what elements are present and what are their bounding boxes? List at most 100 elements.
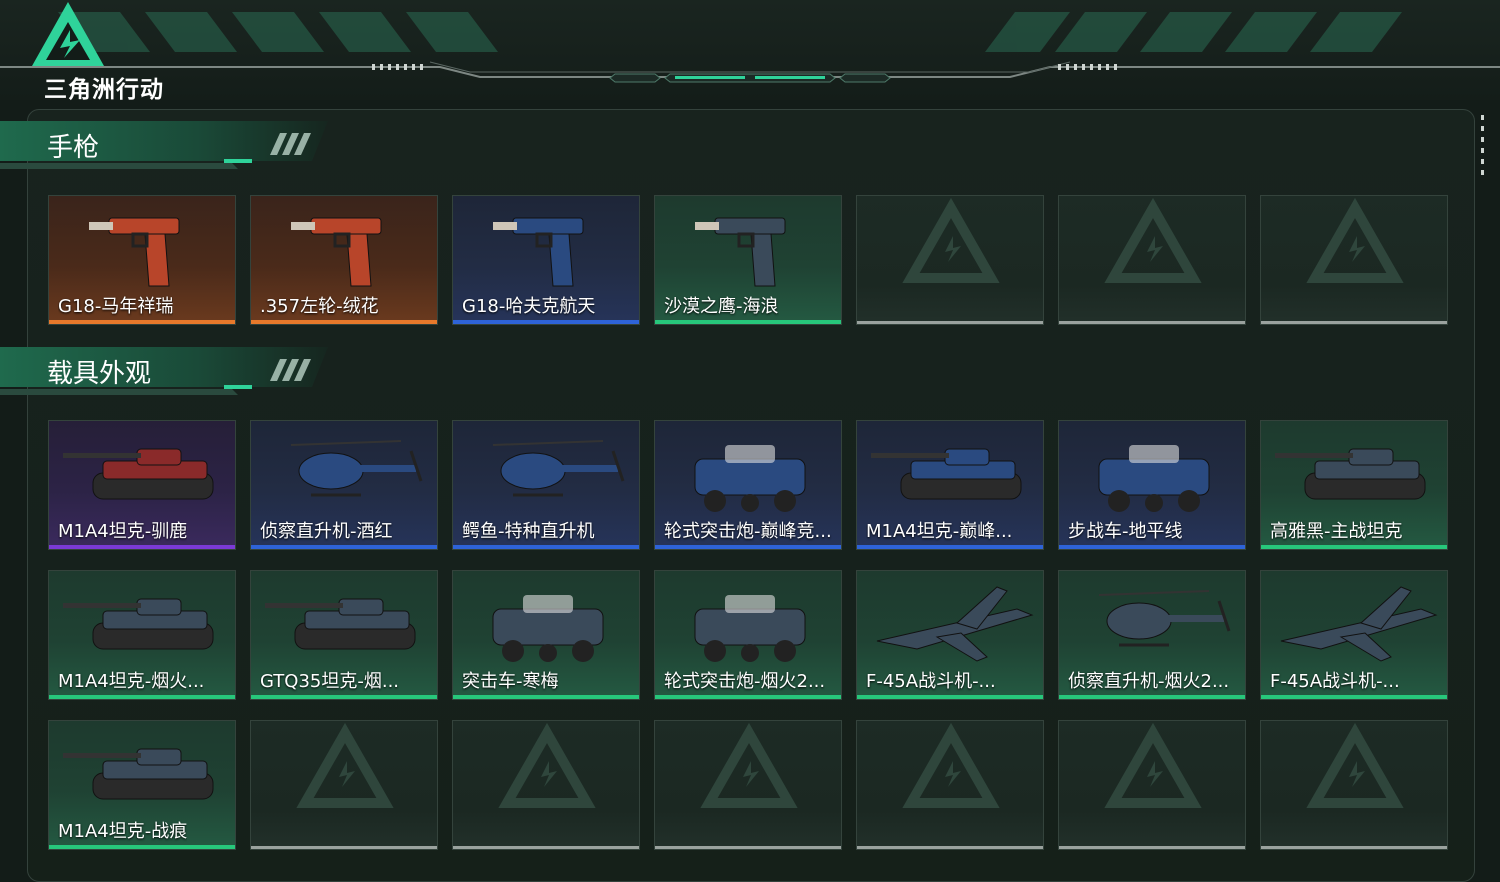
rarity-bar <box>1059 545 1245 549</box>
section-title-vehicles: 载具外观 <box>47 359 152 389</box>
item-card-label: F-45A战斗机-... <box>1270 671 1400 692</box>
item-card[interactable]: 轮式突击炮-巅峰竞... <box>654 420 842 550</box>
section-title-pistols: 手枪 <box>47 133 100 163</box>
rarity-bar <box>49 545 235 549</box>
scrollbar-indicator[interactable] <box>1481 115 1485 177</box>
tank-icon <box>871 448 1022 500</box>
rarity-bar <box>49 695 235 699</box>
item-card[interactable]: G18-马年祥瑞 <box>48 195 236 325</box>
empty-item-slot <box>1058 195 1246 325</box>
item-card-label: 步战车-地平线 <box>1068 521 1183 542</box>
item-card[interactable]: M1A4坦克-战痕 <box>48 720 236 850</box>
item-card[interactable]: 高雅黑-主战坦克 <box>1260 420 1448 550</box>
helicopter-icon <box>492 440 625 497</box>
item-card[interactable]: M1A4坦克-巅峰... <box>856 420 1044 550</box>
item-card[interactable]: 步战车-地平线 <box>1058 420 1246 550</box>
item-card-label: F-45A战斗机-... <box>866 671 996 692</box>
item-card[interactable]: 鳄鱼-特种直升机 <box>452 420 640 550</box>
item-card-label: 高雅黑-主战坦克 <box>1270 521 1403 542</box>
item-card[interactable]: 沙漠之鹰-海浪 <box>654 195 842 325</box>
empty-slot-icon <box>1306 722 1404 808</box>
empty-slot-icon <box>700 722 798 808</box>
game-logo-text: 三角洲行动 <box>44 77 164 103</box>
pistol-icon <box>89 217 180 287</box>
empty-slot-icon <box>296 722 394 808</box>
rarity-bar <box>251 320 437 324</box>
empty-item-slot <box>250 720 438 850</box>
empty-item-slot <box>1260 720 1448 850</box>
top-bar: 三角洲行动 <box>0 0 1500 103</box>
item-card[interactable]: M1A4坦克-驯鹿 <box>48 420 236 550</box>
armored-car-icon <box>492 595 604 662</box>
rarity-bar <box>857 846 1043 849</box>
item-card-label: 侦察直升机-烟火2... <box>1068 671 1230 692</box>
item-card[interactable]: M1A4坦克-烟火... <box>48 570 236 700</box>
tank-icon <box>63 448 214 500</box>
item-card-label: M1A4坦克-战痕 <box>58 821 188 842</box>
revolver-icon <box>291 217 382 287</box>
item-card-label: M1A4坦克-驯鹿 <box>58 521 188 542</box>
rarity-bar <box>1059 846 1245 849</box>
item-card[interactable]: 侦察直升机-酒红 <box>250 420 438 550</box>
rarity-bar <box>453 320 639 324</box>
rarity-bar <box>655 695 841 699</box>
section-header-vehicles: 载具外观 <box>0 345 340 401</box>
rarity-bar <box>251 695 437 699</box>
tank-icon <box>63 748 214 800</box>
jet-icon <box>876 586 1034 662</box>
rarity-bar <box>453 695 639 699</box>
empty-slot-icon <box>1306 197 1404 283</box>
empty-slot-icon <box>902 722 1000 808</box>
rarity-bar <box>49 845 235 849</box>
empty-slot-icon <box>498 722 596 808</box>
item-card-label: GTQ35坦克-烟... <box>260 671 400 692</box>
item-card-label: 沙漠之鹰-海浪 <box>664 296 779 317</box>
armored-car-icon <box>694 445 806 512</box>
rarity-bar <box>49 320 235 324</box>
item-card[interactable]: F-45A战斗机-... <box>1260 570 1448 700</box>
ifv-icon <box>1098 445 1210 512</box>
empty-slot-icon <box>902 197 1000 283</box>
rarity-bar <box>857 695 1043 699</box>
item-card-label: .357左轮-绒花 <box>260 296 379 317</box>
rarity-bar <box>655 846 841 849</box>
pistol-icon <box>493 217 584 287</box>
item-card-label: G18-哈夫克航天 <box>462 296 596 317</box>
item-card[interactable]: 突击车-寒梅 <box>452 570 640 700</box>
jet-icon <box>1280 586 1438 662</box>
tank-icon <box>63 598 214 650</box>
tank-icon <box>1275 448 1426 500</box>
item-card-label: 鳄鱼-特种直升机 <box>462 521 595 542</box>
helicopter-icon <box>290 440 423 497</box>
rarity-bar <box>1059 321 1245 324</box>
empty-item-slot <box>452 720 640 850</box>
item-card-label: M1A4坦克-烟火... <box>58 671 205 692</box>
empty-item-slot <box>856 195 1044 325</box>
item-card[interactable]: 轮式突击炮-烟火2... <box>654 570 842 700</box>
pistol-icon <box>695 217 786 287</box>
item-card[interactable]: 侦察直升机-烟火2... <box>1058 570 1246 700</box>
empty-item-slot <box>654 720 842 850</box>
rarity-bar <box>857 321 1043 324</box>
rarity-bar <box>857 545 1043 549</box>
rarity-bar <box>655 320 841 324</box>
item-card-label: 轮式突击炮-烟火2... <box>664 671 826 692</box>
item-card[interactable]: GTQ35坦克-烟... <box>250 570 438 700</box>
armored-car-icon <box>694 595 806 662</box>
rarity-bar <box>453 545 639 549</box>
rarity-bar <box>655 545 841 549</box>
rarity-bar <box>1261 321 1447 324</box>
rarity-bar <box>251 545 437 549</box>
tank-icon <box>265 598 416 650</box>
item-card-label: G18-马年祥瑞 <box>58 296 174 317</box>
item-card[interactable]: .357左轮-绒花 <box>250 195 438 325</box>
item-card-label: 突击车-寒梅 <box>462 671 559 692</box>
rarity-bar <box>1261 695 1447 699</box>
item-card-label: 轮式突击炮-巅峰竞... <box>664 521 832 542</box>
top-bar-decoration <box>0 12 1500 83</box>
rarity-bar <box>453 846 639 849</box>
item-card[interactable]: F-45A战斗机-... <box>856 570 1044 700</box>
empty-slot-icon <box>1104 197 1202 283</box>
empty-item-slot <box>856 720 1044 850</box>
item-card[interactable]: G18-哈夫克航天 <box>452 195 640 325</box>
